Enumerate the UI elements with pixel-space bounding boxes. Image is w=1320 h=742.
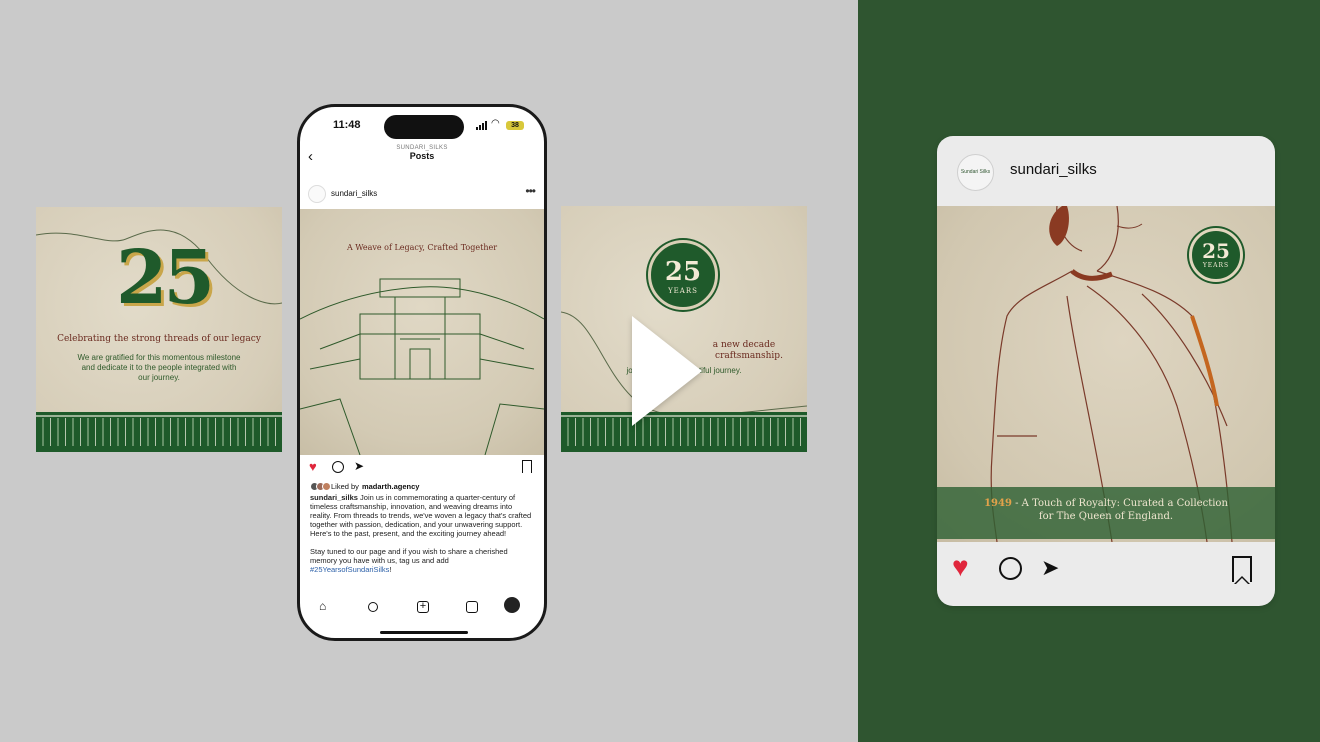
store-illustration: [300, 278, 544, 455]
anniversary-number: 25: [116, 235, 215, 321]
comment-icon[interactable]: [332, 461, 344, 473]
home-icon[interactable]: ⌂: [319, 599, 326, 613]
back-arrow-icon[interactable]: ‹: [308, 148, 313, 165]
play-icon[interactable]: [632, 316, 702, 426]
post-image[interactable]: A Weave of Legacy, Crafted Together: [300, 209, 544, 455]
post-username[interactable]: sundari_silks: [1010, 161, 1097, 178]
phone-mockup: 11:48 ◠ 38 ‹ SUNDARI_SILKS Posts sundari…: [297, 104, 547, 641]
saree-border: [36, 412, 282, 452]
signal-icon: [476, 121, 487, 130]
liker-avatars: [310, 482, 331, 491]
heart-icon[interactable]: ♥: [952, 552, 969, 582]
card-body: We are gratified for this momentous mile…: [77, 353, 241, 382]
liked-by: Liked by madarth.agency: [310, 482, 419, 491]
bookmark-icon[interactable]: [1232, 556, 1252, 584]
bottom-tab-bar: ⌂ +: [300, 597, 544, 619]
carousel-card-left: 25 Celebrating the strong threads of our…: [36, 207, 282, 452]
anniversary-seal: 25 YEARS: [1189, 228, 1243, 282]
caption-line1: - A Touch of Royalty: Curated a Collecti…: [1011, 498, 1228, 509]
send-icon[interactable]: ➤: [354, 459, 364, 473]
page-header: ‹ SUNDARI_SILKS Posts: [300, 145, 544, 169]
search-icon[interactable]: [368, 602, 378, 612]
caption-text-2: Stay tuned to our page and if you wish t…: [310, 547, 508, 565]
hashtag-link[interactable]: #25YearsofSundariSilks: [310, 565, 389, 574]
post-username[interactable]: sundari_silks: [331, 189, 377, 198]
card-heading: Celebrating the strong threads of our le…: [57, 334, 261, 344]
post-actions: ♥ ➤: [937, 552, 1275, 584]
seal-number: 25: [1202, 239, 1230, 263]
create-post-icon[interactable]: +: [417, 601, 429, 613]
hashtag-suffix: !: [389, 565, 392, 574]
post-actions: ♥ ➤: [300, 459, 544, 477]
liked-by-user[interactable]: madarth.agency: [362, 482, 420, 491]
avatar[interactable]: [308, 185, 326, 203]
home-indicator: [380, 631, 468, 634]
reels-icon[interactable]: [466, 601, 478, 613]
post-header: sundari_silks •••: [300, 183, 544, 205]
more-options-icon[interactable]: •••: [525, 184, 536, 198]
heart-icon[interactable]: ♥: [309, 459, 317, 474]
post-caption: sundari_silks Join us in commemorating a…: [310, 493, 534, 583]
instagram-post-card: Sundari Silks sundari_silks 25 YEARS 194…: [937, 136, 1275, 606]
caption-line2: for The Queen of England.: [1038, 511, 1174, 522]
dynamic-island: [384, 115, 464, 139]
liked-by-prefix: Liked by: [331, 482, 359, 491]
post-image[interactable]: 25 YEARS 1949 - A Touch of Royalty: Cura…: [937, 206, 1275, 542]
seal-label: YEARS: [1202, 262, 1230, 269]
send-icon[interactable]: ➤: [1041, 554, 1059, 582]
page-title: Posts: [409, 151, 435, 161]
avatar[interactable]: Sundari Silks: [957, 154, 994, 191]
wifi-icon: ◠: [491, 118, 500, 129]
seal-number: 25: [664, 257, 702, 287]
battery-icon: 38: [506, 121, 524, 130]
seal-label: YEARS: [668, 287, 698, 295]
status-bar: 11:48 ◠ 38: [300, 107, 544, 145]
profile-avatar[interactable]: [504, 597, 520, 613]
anniversary-seal: 25 YEARS: [648, 240, 718, 310]
caption-year: 1949: [984, 498, 1012, 509]
comment-icon[interactable]: [999, 557, 1022, 580]
image-caption-band: 1949 - A Touch of Royalty: Curated a Col…: [937, 487, 1275, 539]
status-time: 11:48: [333, 119, 361, 131]
caption-username[interactable]: sundari_silks: [310, 493, 358, 502]
bookmark-icon[interactable]: [522, 460, 532, 473]
